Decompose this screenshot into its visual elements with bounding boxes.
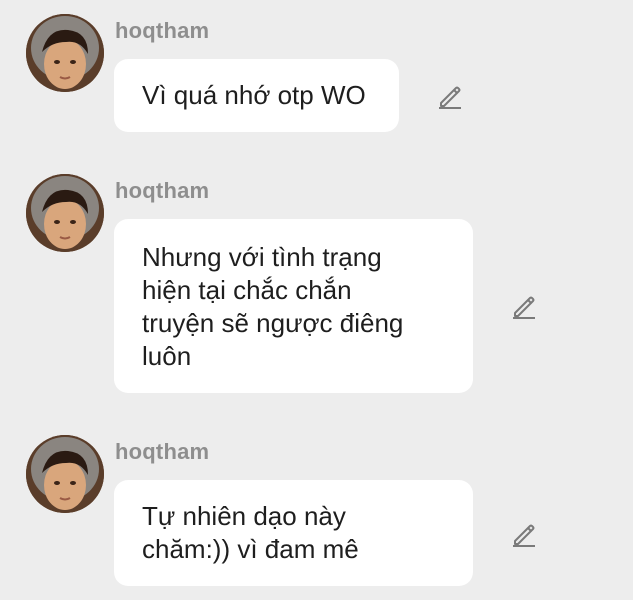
pencil-edit-icon[interactable] (510, 292, 538, 320)
avatar-photo-icon (26, 174, 104, 252)
message-username: hoqtham (115, 178, 210, 203)
message-text-line: chăm:)) vì đam mê (142, 534, 359, 564)
pencil-edit-icon[interactable] (436, 82, 464, 110)
message-text-line: Tự nhiên dạo này (142, 501, 346, 531)
message-username: hoqtham (115, 18, 210, 43)
message-text-line: Nhưng với tình trạng (142, 242, 382, 272)
message-bubble[interactable]: Tự nhiên dạo này chăm:)) vì đam mê (114, 480, 473, 586)
message-bubble[interactable]: Nhưng với tình trạng hiện tại chắc chắn … (114, 219, 473, 393)
message-text-line: hiện tại chắc chắn (142, 275, 352, 305)
message-username: hoqtham (115, 439, 210, 464)
message-text: Vì quá nhớ otp WO (142, 80, 366, 110)
message-bubble[interactable]: Vì quá nhớ otp WO (114, 59, 399, 132)
pencil-edit-icon[interactable] (510, 520, 538, 548)
message-text-line: truyện sẽ ngược điêng (142, 308, 404, 338)
user-avatar[interactable] (26, 14, 104, 92)
message-text-line: luôn (142, 341, 192, 371)
avatar-photo-icon (26, 14, 104, 92)
avatar-photo-icon (26, 435, 104, 513)
user-avatar[interactable] (26, 435, 104, 513)
user-avatar[interactable] (26, 174, 104, 252)
